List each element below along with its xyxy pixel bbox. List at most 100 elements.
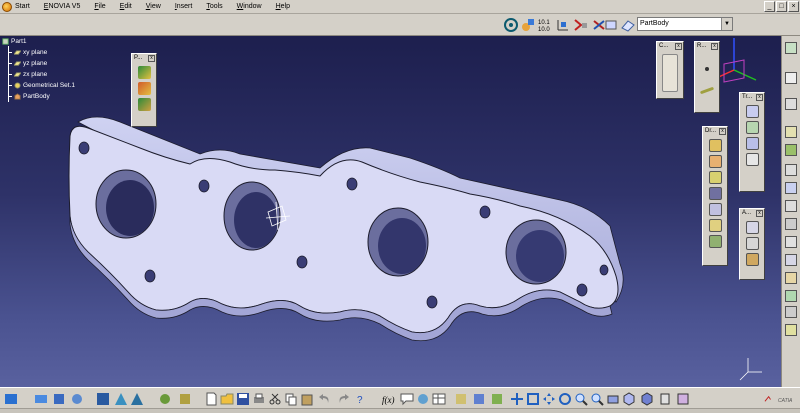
part-body-selector[interactable]: PartBody ▼ <box>637 17 733 31</box>
formula-fx-icon[interactable]: f(x) <box>382 392 396 406</box>
positioned-sketch-icon[interactable] <box>137 98 151 111</box>
hide-icon[interactable] <box>658 392 672 406</box>
axis-system-icon[interactable] <box>555 17 571 33</box>
analysis-icon[interactable] <box>454 392 468 406</box>
macro-icon[interactable] <box>416 392 430 406</box>
palette-a[interactable]: A... x <box>739 208 765 280</box>
palette-p1[interactable]: P... x <box>131 53 157 127</box>
chevron-down-icon[interactable]: ▼ <box>721 18 732 30</box>
redo-arrow-icon[interactable] <box>336 392 350 406</box>
undo-arrow-icon[interactable] <box>318 392 332 406</box>
rotate-icon[interactable] <box>558 392 572 406</box>
fly-mode-icon[interactable] <box>510 392 524 406</box>
point-icon[interactable] <box>705 67 709 71</box>
surface-icon[interactable] <box>785 218 797 230</box>
pattern-icon[interactable] <box>745 137 759 150</box>
new-file-icon[interactable] <box>204 392 218 406</box>
fit-all-icon[interactable] <box>526 392 540 406</box>
groove-icon[interactable] <box>708 187 722 200</box>
wireframe-icon[interactable] <box>785 236 797 248</box>
publish-icon[interactable] <box>158 392 172 406</box>
sketch-tools-icon[interactable] <box>785 98 797 110</box>
material-icon[interactable] <box>785 144 797 156</box>
boolean-icon[interactable] <box>785 254 797 266</box>
select-arrow-icon[interactable] <box>785 72 797 84</box>
exit-workbench-icon[interactable] <box>137 82 151 95</box>
law-icon[interactable] <box>785 200 797 212</box>
print-icon[interactable] <box>252 392 266 406</box>
view-mode-2-icon[interactable] <box>130 392 144 406</box>
palette-r[interactable]: R... x <box>694 41 720 113</box>
text-icon[interactable] <box>745 237 759 250</box>
close-icon[interactable]: x <box>148 55 155 62</box>
draft-icon[interactable] <box>785 290 797 302</box>
3d-viewport[interactable]: Part1 xy plane yz plane zx plane Geometr… <box>0 36 781 387</box>
close-icon[interactable]: x <box>675 43 682 50</box>
quick-view-icon[interactable] <box>622 392 636 406</box>
hole-icon[interactable] <box>708 203 722 216</box>
palette-c[interactable]: C... x <box>656 41 684 99</box>
open-folder-icon[interactable] <box>220 392 234 406</box>
multi-section-icon[interactable] <box>785 324 797 336</box>
tools-icon[interactable] <box>472 392 486 406</box>
shaft-icon[interactable] <box>708 171 722 184</box>
close-icon[interactable]: x <box>719 128 726 135</box>
pocket-icon[interactable] <box>708 155 722 168</box>
palette-tr[interactable]: Tr... x <box>739 92 765 192</box>
zoom-out-icon[interactable] <box>590 392 604 406</box>
menu-file[interactable]: File <box>87 0 112 14</box>
parameter-icon[interactable] <box>785 182 797 194</box>
shading-icon[interactable] <box>640 392 654 406</box>
minimize-button[interactable]: _ <box>764 1 775 12</box>
visualization-icon[interactable] <box>603 17 619 33</box>
menu-help[interactable]: Help <box>269 0 297 14</box>
cut-icon[interactable] <box>268 392 282 406</box>
shell-icon[interactable] <box>785 306 797 318</box>
close-icon[interactable]: x <box>756 94 763 101</box>
close-icon[interactable]: x <box>756 210 763 217</box>
menu-start[interactable]: Start <box>0 0 37 14</box>
restore-button[interactable]: □ <box>776 1 787 12</box>
palette-dr[interactable]: Dr... x <box>702 126 728 266</box>
undo-icon[interactable] <box>4 392 18 406</box>
comment-icon[interactable] <box>400 392 414 406</box>
pad-icon[interactable] <box>708 139 722 152</box>
copy-icon[interactable] <box>284 392 298 406</box>
catalog-icon[interactable] <box>70 392 84 406</box>
normal-view-icon[interactable] <box>606 392 620 406</box>
annotation-icon[interactable] <box>745 221 759 234</box>
menu-insert[interactable]: Insert <box>168 0 200 14</box>
save-icon[interactable] <box>96 392 110 406</box>
zoom-in-icon[interactable] <box>574 392 588 406</box>
flag-note-icon[interactable] <box>745 253 759 266</box>
formula-icon[interactable] <box>785 164 797 176</box>
apply-material-icon[interactable] <box>490 392 504 406</box>
line-icon[interactable] <box>699 86 715 95</box>
eraser-icon[interactable] <box>620 17 636 33</box>
measure-icon[interactable] <box>785 126 797 138</box>
table-icon[interactable] <box>432 392 446 406</box>
menu-enovia[interactable]: ENOVIA V5 <box>37 0 88 14</box>
hide-show-icon[interactable] <box>52 392 66 406</box>
thickness-icon[interactable] <box>785 272 797 284</box>
constraint-icon[interactable] <box>573 17 589 33</box>
menu-tools[interactable]: Tools <box>199 0 229 14</box>
constraint-panel-icon[interactable] <box>662 54 678 92</box>
slot-icon[interactable] <box>708 235 722 248</box>
save-file-icon[interactable] <box>236 392 250 406</box>
menu-window[interactable]: Window <box>230 0 269 14</box>
knowledge-icon[interactable] <box>178 392 192 406</box>
swap-visible-icon[interactable] <box>676 392 690 406</box>
sketch-analysis-icon[interactable] <box>520 17 536 33</box>
mirror-icon[interactable] <box>745 121 759 134</box>
sketcher-icon[interactable] <box>137 66 151 79</box>
pan-icon[interactable] <box>542 392 556 406</box>
grid-icon[interactable]: 10.110.0 <box>537 17 553 33</box>
view-mode-icon[interactable] <box>114 392 128 406</box>
swirl-icon[interactable] <box>503 17 519 33</box>
close-icon[interactable]: x <box>711 43 718 50</box>
paste-icon[interactable] <box>300 392 314 406</box>
menu-edit[interactable]: Edit <box>113 0 139 14</box>
close-button[interactable]: × <box>788 1 799 12</box>
view-icon[interactable] <box>34 392 48 406</box>
